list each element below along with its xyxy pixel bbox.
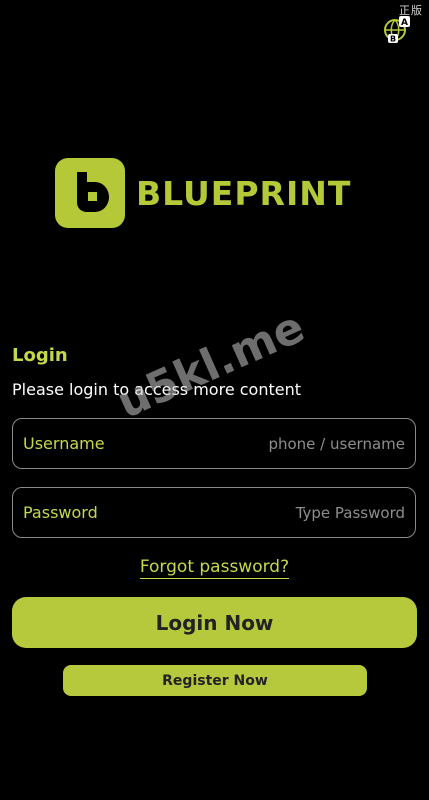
login-title: Login: [12, 345, 68, 366]
register-button[interactable]: Register Now: [63, 665, 367, 696]
username-label: Username: [23, 434, 105, 453]
brand-logo: BLUEPRINT: [55, 158, 351, 228]
translate-icon[interactable]: A B: [383, 14, 413, 44]
username-input[interactable]: [104, 434, 405, 453]
login-subtitle: Please login to access more content: [12, 380, 302, 399]
username-field[interactable]: Username: [12, 418, 416, 469]
svg-text:A: A: [401, 18, 408, 28]
svg-text:B: B: [390, 35, 396, 44]
login-button[interactable]: Login Now: [12, 597, 417, 648]
password-label: Password: [23, 503, 98, 522]
brand-wordmark: BLUEPRINT: [136, 173, 352, 213]
corner-badge[interactable]: 正版 A B: [383, 2, 425, 46]
watermark: u5kl.me: [109, 301, 312, 429]
password-field[interactable]: Password: [12, 487, 416, 538]
blueprint-logo-icon: [55, 158, 125, 228]
forgot-password-row: Forgot password?: [0, 557, 429, 579]
password-input[interactable]: [97, 503, 405, 522]
forgot-password-link[interactable]: Forgot password?: [139, 557, 290, 579]
